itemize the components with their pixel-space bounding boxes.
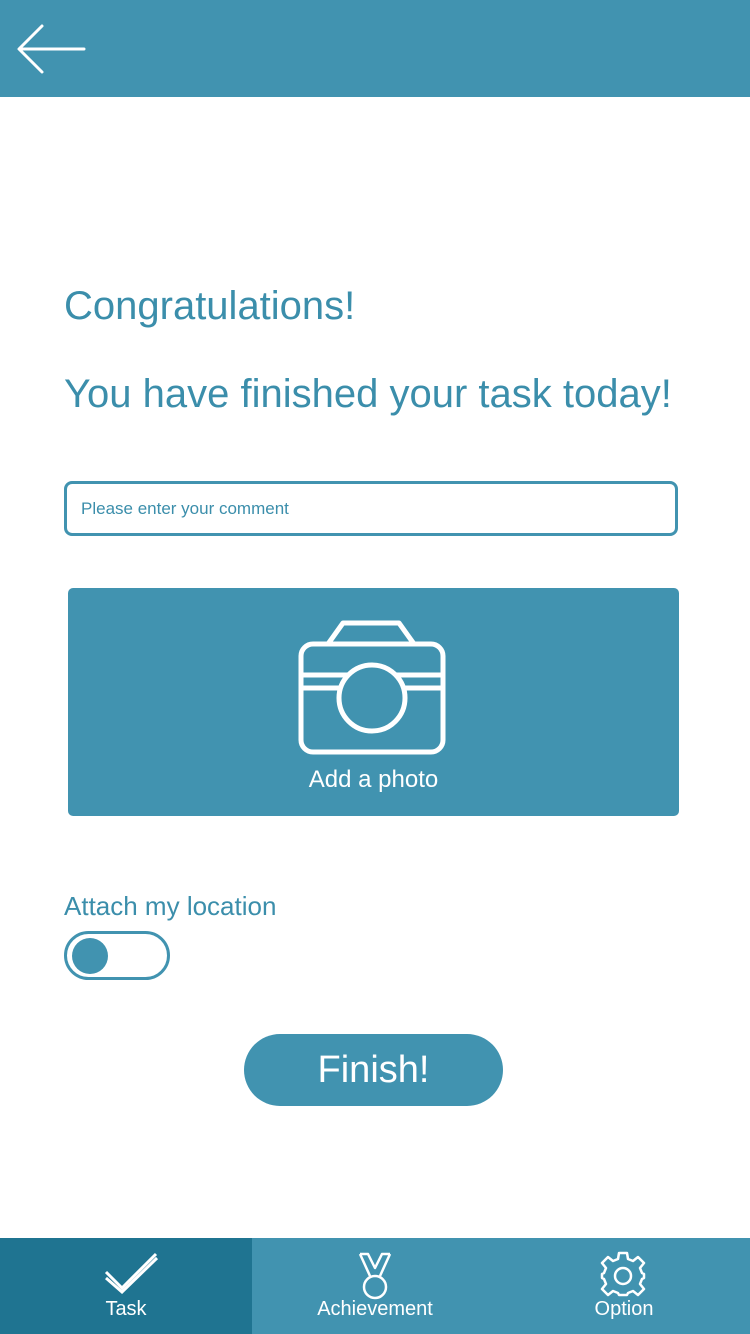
add-photo-button[interactable]: Add a photo	[68, 588, 679, 816]
bottom-nav: Task Achievement Option	[0, 1238, 750, 1334]
attach-location-label: Attach my location	[64, 891, 277, 921]
page-title: Congratulations!	[64, 284, 356, 328]
nav-item-task[interactable]: Task	[0, 1238, 252, 1334]
add-photo-label: Add a photo	[308, 766, 439, 793]
nav-item-achievement[interactable]: Achievement	[252, 1238, 498, 1334]
nav-label-achievement: Achievement	[317, 1298, 433, 1320]
back-button[interactable]	[12, 20, 92, 78]
nav-label-option: Option	[594, 1298, 654, 1320]
toggle-knob	[72, 938, 108, 974]
attach-location-toggle[interactable]	[64, 931, 170, 980]
arrow-left-icon	[17, 24, 86, 74]
camera-icon	[298, 620, 446, 755]
top-bar	[0, 0, 750, 97]
medal-icon	[358, 1252, 392, 1300]
gear-icon	[600, 1251, 646, 1297]
nav-label-task: Task	[105, 1298, 147, 1320]
checkmark-icon	[104, 1252, 159, 1294]
page-subtitle: You have finished your task today!	[64, 372, 672, 416]
nav-item-option[interactable]: Option	[498, 1238, 750, 1334]
finish-button[interactable]: Finish!	[244, 1034, 503, 1106]
comment-input[interactable]	[64, 481, 678, 536]
